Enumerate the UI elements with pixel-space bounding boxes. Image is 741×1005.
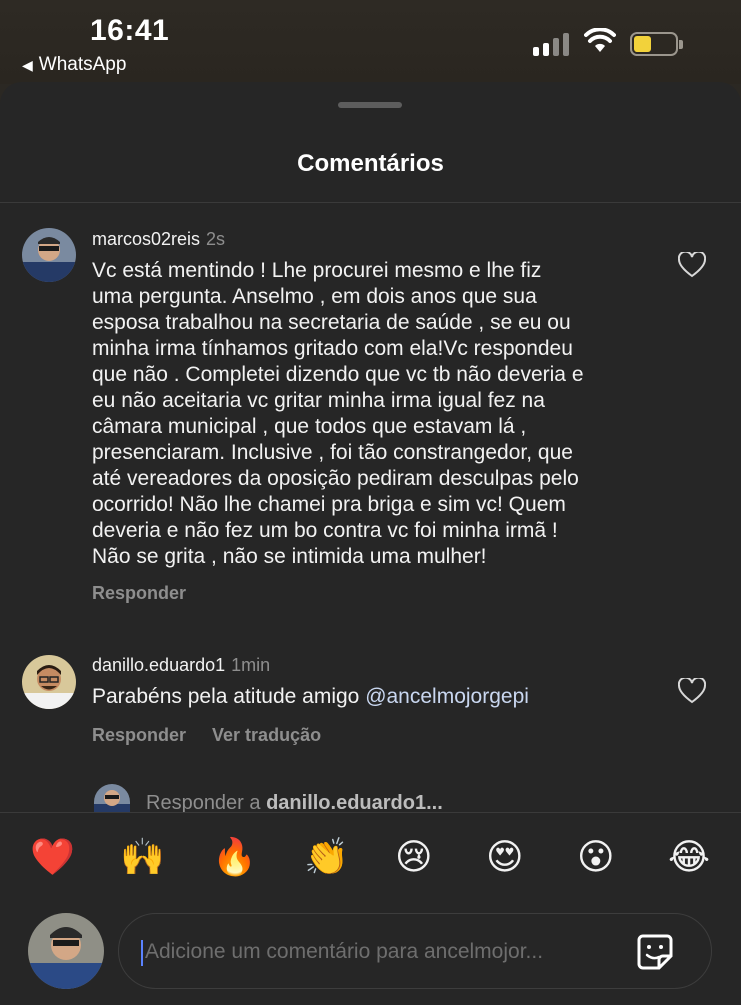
- comment-composer: Adicione um comentário para ancelmojor..…: [0, 908, 741, 1005]
- cellular-signal-icon: [533, 30, 573, 56]
- avatar[interactable]: [22, 655, 76, 709]
- reply-button[interactable]: Responder: [92, 725, 186, 745]
- avatar: [94, 784, 130, 814]
- sheet-grabber[interactable]: [338, 102, 402, 108]
- heart-icon[interactable]: [678, 678, 706, 704]
- status-bar: 16:41 ◀ WhatsApp: [0, 0, 741, 84]
- comment-username[interactable]: marcos02reis 2s: [92, 229, 225, 250]
- comment-line: deveria e não fez um bo contra vc foi mi…: [92, 519, 558, 542]
- emoji-crying[interactable]: 😢: [395, 837, 433, 877]
- comment-line: presenciaram. Inclusive , foi tão constr…: [92, 441, 573, 464]
- comment-input[interactable]: Adicione um comentário para ancelmojor..…: [118, 913, 712, 989]
- status-time: 16:41: [90, 14, 170, 47]
- comment-line: que não . Completei dizendo que vc tb nã…: [92, 363, 584, 386]
- comment-line: esposa trabalhou na secretaria de saúde …: [92, 311, 571, 334]
- reply-target: danillo.eduardo1...: [266, 792, 443, 814]
- mention-link[interactable]: @ancelmojorgepi: [365, 685, 529, 708]
- comment-text: Vc está mentindo ! Lhe procurei mesmo e …: [92, 258, 662, 570]
- comment-line: até vereadores da oposição pediram descu…: [92, 467, 579, 490]
- comment-body: Parabéns pela atitude amigo: [92, 685, 366, 708]
- sticker-icon[interactable]: [635, 932, 675, 972]
- emoji-laughing[interactable]: 😂: [668, 837, 710, 877]
- emoji-quick-bar: ❤️ 🙌 🔥 👏 😢 😍 😮 😂: [0, 812, 741, 908]
- replying-to-indicator[interactable]: Responder a danillo.eduardo1...: [94, 784, 514, 814]
- reply-button[interactable]: Responder: [92, 583, 186, 603]
- username-link[interactable]: danillo.eduardo1: [92, 655, 225, 675]
- comment-line: Vc está mentindo ! Lhe procurei mesmo e …: [92, 259, 542, 282]
- text-caret: [141, 940, 143, 966]
- comment-line: eu não aceitaria vc gritar minha irma ig…: [92, 389, 545, 412]
- comment-username[interactable]: danillo.eduardo1 1min: [92, 655, 270, 676]
- emoji-fire[interactable]: 🔥: [212, 837, 257, 877]
- avatar[interactable]: [22, 228, 76, 282]
- comment-line: câmara municipal , que todos que estavam…: [92, 415, 527, 438]
- username-link[interactable]: marcos02reis: [92, 229, 200, 249]
- back-to-app-link[interactable]: ◀ WhatsApp: [22, 54, 126, 76]
- emoji-clap[interactable]: 👏: [304, 837, 349, 877]
- comment-text: Parabéns pela atitude amigo @ancelmojorg…: [92, 684, 662, 710]
- back-triangle-icon: ◀: [22, 57, 33, 73]
- emoji-raised-hands[interactable]: 🙌: [120, 837, 165, 877]
- emoji-heart-eyes[interactable]: 😍: [486, 837, 524, 877]
- heart-icon[interactable]: [678, 252, 706, 278]
- comment-line: Não se grita , não se intimida uma mulhe…: [92, 545, 487, 568]
- wifi-icon: [584, 28, 616, 52]
- comment-line: ocorrido! Não lhe chamei pra briga e sim…: [92, 493, 566, 516]
- reply-prefix: Responder a: [146, 792, 267, 814]
- comment-time: 1min: [231, 655, 271, 675]
- translate-button[interactable]: Ver tradução: [212, 725, 321, 745]
- comment-actions: Responder: [92, 583, 212, 604]
- emoji-heart[interactable]: ❤️: [30, 837, 75, 877]
- comment-line: uma pergunta. Anselmo , em dois anos que…: [92, 285, 537, 308]
- comment-actions: Responder Ver tradução: [92, 725, 347, 746]
- battery-icon: [630, 32, 683, 56]
- title-divider: [0, 202, 741, 203]
- comment-time: 2s: [206, 229, 226, 249]
- avatar: [28, 913, 104, 989]
- sheet-title: Comentários: [297, 150, 444, 177]
- comment-line: minha irma tínhamos gritado com ela!Vc r…: [92, 337, 573, 360]
- comments-sheet: Comentários marcos02reis 2s Vc está menti…: [0, 82, 741, 1005]
- emoji-surprised[interactable]: 😮: [577, 837, 615, 877]
- back-app-label: WhatsApp: [38, 54, 127, 75]
- comment-input-placeholder: Adicione um comentário para ancelmojor..…: [145, 940, 544, 963]
